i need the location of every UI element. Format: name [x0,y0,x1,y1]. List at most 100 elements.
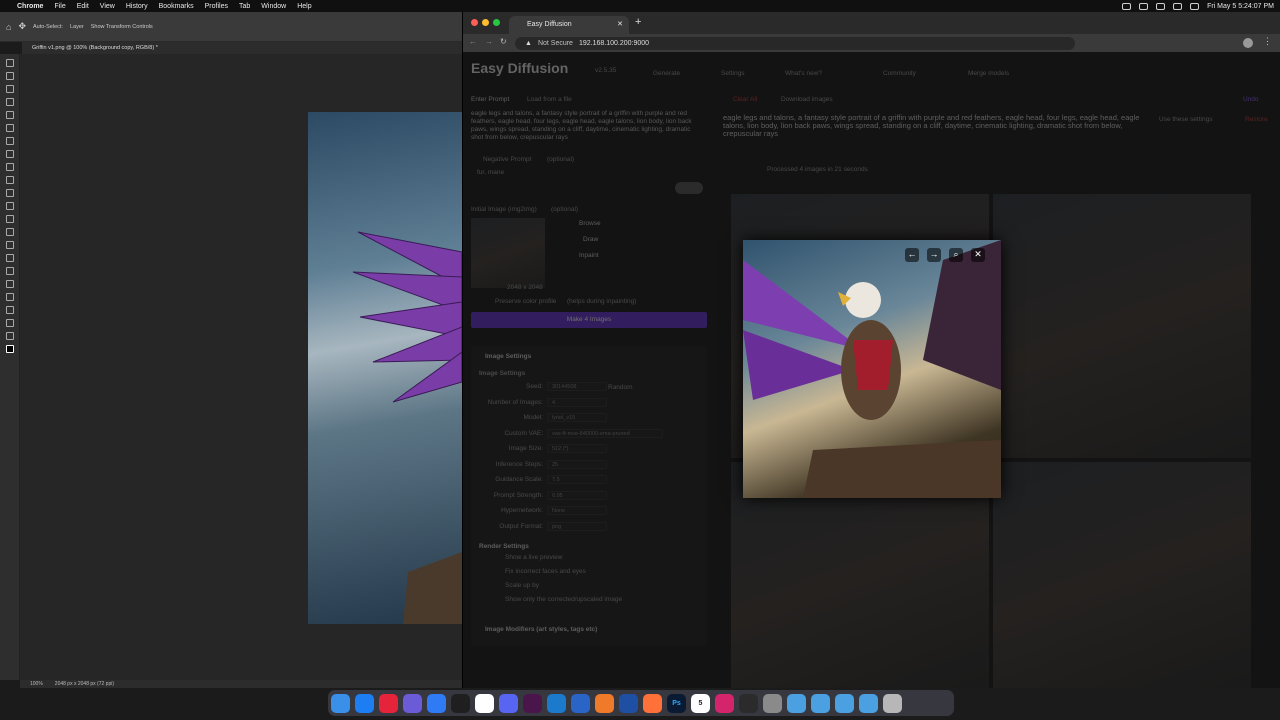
status-icon[interactable] [1139,2,1149,10]
ps-griffin-image[interactable] [308,112,462,624]
render-option-fix-faces[interactable]: Fix incorrect faces and eyes [505,568,586,575]
dock-messenger-icon[interactable] [427,693,446,713]
load-file-link[interactable]: Load from a file [527,96,572,103]
dock-folder-icon[interactable] [859,693,878,713]
hand-icon[interactable] [6,306,14,314]
menu-tab[interactable]: Tab [239,3,250,10]
back-icon[interactable]: ← [469,37,477,46]
lightbox-close-button[interactable]: ✕ [971,248,985,262]
gradient-icon[interactable] [6,215,14,223]
lightbox-prev-button[interactable]: ← [905,248,919,262]
shape-icon[interactable] [6,293,14,301]
setting-field[interactable]: lyriel_v15 [547,413,607,422]
status-icon[interactable] [1122,2,1132,10]
new-tab-icon[interactable]: + [635,16,641,28]
dock-hand-icon[interactable] [403,693,422,713]
clock[interactable]: Fri May 5 5:24:07 PM [1207,3,1274,10]
lasso-icon[interactable] [6,85,14,93]
setting-field[interactable]: 25 [547,459,607,469]
setting-field[interactable]: 0.95 [547,490,607,500]
dock-vector-icon[interactable] [595,693,614,713]
healing-icon[interactable] [6,150,14,158]
clear-all-button[interactable]: Clear All [733,96,757,103]
nav-community[interactable]: Community [883,70,916,77]
menu-profiles[interactable]: Profiles [205,3,228,10]
draw-button[interactable]: Draw [583,236,598,243]
result-image-4[interactable] [993,462,1251,688]
inpaint-button[interactable]: Inpaint [579,252,599,259]
render-option-live-preview[interactable]: Show a live preview [505,554,562,561]
setting-field[interactable]: 512 (*) [547,444,607,453]
blur-icon[interactable] [6,228,14,236]
render-option-upscale[interactable]: Scale up by [505,582,539,589]
dock-q-icon[interactable] [619,693,638,713]
more-tools-icon[interactable] [6,332,14,340]
ps-document-tab[interactable]: Griffin v1.png @ 100% (Background copy, … [22,42,462,54]
profile-avatar[interactable] [1243,38,1253,48]
dock-app-store-icon[interactable] [355,693,374,713]
menu-file[interactable]: File [54,3,65,10]
close-window-icon[interactable] [471,19,478,26]
setting-field[interactable]: None [547,506,607,515]
image-settings-title[interactable]: Image Settings [485,353,531,360]
menu-help[interactable]: Help [297,3,311,10]
nav-generate[interactable]: Generate [653,70,680,77]
browse-button[interactable]: Browse [579,220,601,227]
setting-field[interactable]: 4 [547,397,607,407]
dock-folder-icon[interactable] [811,693,830,713]
image-modifiers-title[interactable]: Image Modifiers (art styles, tags etc) [485,626,597,633]
menu-edit[interactable]: Edit [77,3,89,10]
wifi-icon[interactable] [1173,2,1183,10]
dock-discord-icon[interactable] [499,693,518,713]
dock-opera-icon[interactable] [379,693,398,713]
lightbox-zoom-button[interactable]: ⌕ [949,248,963,262]
dock-terminal-icon[interactable] [451,693,470,713]
address-bar[interactable]: ▲ Not Secure 192.168.100.200:9000 [515,37,1075,50]
lightbox-next-button[interactable]: → [927,248,941,262]
use-settings-button[interactable]: Use these settings [1159,116,1212,123]
browser-tab[interactable]: Easy Diffusion ✕ [509,16,629,34]
negative-prompt-input[interactable]: fur, mane [477,169,504,176]
dock-display-icon[interactable] [739,693,758,713]
dock-ps-icon[interactable]: Ps [667,693,686,713]
forward-icon[interactable]: → [485,37,493,46]
search-icon[interactable] [1190,2,1200,10]
path-select-icon[interactable] [6,280,14,288]
setting-field[interactable]: 30144508 [547,382,607,391]
document-info[interactable]: 2048 px x 2048 px (72 ppi) [55,681,114,687]
dock-monitor-icon[interactable] [763,693,782,713]
nav-settings[interactable]: Settings [721,70,745,77]
menu-window[interactable]: Window [261,3,286,10]
initial-image-thumb[interactable] [471,218,545,288]
auto-select-label[interactable]: Auto-Select: [33,24,63,30]
reload-icon[interactable]: ↻ [500,37,507,46]
nav-merge[interactable]: Merge models [968,70,1009,77]
move-tool-icon[interactable]: ✥ [18,21,26,32]
download-images-button[interactable]: Download images [781,96,833,103]
pen-icon[interactable] [6,254,14,262]
layer-select[interactable]: Layer [70,24,84,30]
history-brush-icon[interactable] [6,189,14,197]
frame-icon[interactable] [6,124,14,132]
dock-sourcetree-icon[interactable] [571,693,590,713]
make-images-button[interactable]: Make 4 Images [471,312,707,328]
random-seed-checkbox[interactable]: Random [608,384,633,391]
setting-field[interactable]: vae-ft-mse-840000-ema-pruned [547,428,663,438]
zoom-window-icon[interactable] [493,19,500,26]
eyedropper-icon[interactable] [6,137,14,145]
toggle-switch[interactable] [675,182,703,194]
dock-firefox-icon[interactable] [643,693,662,713]
brush-icon[interactable] [6,163,14,171]
menu-view[interactable]: View [100,3,115,10]
setting-field[interactable]: png [547,521,607,531]
type-icon[interactable] [6,267,14,275]
prompt-textarea[interactable]: eagle legs and talons, a fantasy style p… [471,110,699,154]
zoom-level[interactable]: 100% [30,681,43,687]
menu-bookmarks[interactable]: Bookmarks [159,3,194,10]
dock-vs-code-icon[interactable] [547,693,566,713]
status-icon[interactable] [1156,2,1166,10]
menu-app-name[interactable]: Chrome [17,3,43,10]
image-lightbox[interactable]: ← → ⌕ ✕ [743,240,1001,498]
zoom-icon[interactable] [6,319,14,327]
dock-slack-icon[interactable] [523,693,542,713]
